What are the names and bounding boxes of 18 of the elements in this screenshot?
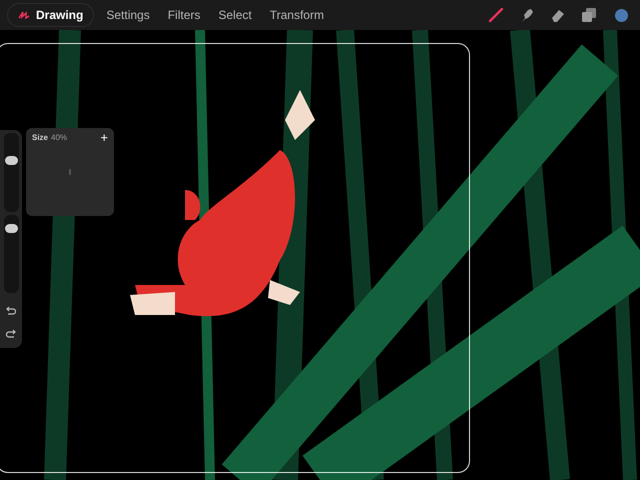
undo-icon[interactable] [6,306,16,315]
menu-item[interactable]: Filters [158,6,210,24]
menu-item[interactable]: Transform [260,6,333,24]
opacity-slider-track[interactable] [4,215,18,293]
app-logo-icon [18,10,30,20]
brush-tool-button[interactable] [487,6,505,24]
size-slider-track[interactable] [4,133,18,212]
layers-tool-button[interactable] [580,6,598,24]
gallery-button[interactable]: Drawing [7,3,94,27]
menu-item[interactable]: Select [209,6,261,24]
add-button[interactable]: + [100,131,108,144]
slider-thumb[interactable] [4,224,18,234]
redo-icon[interactable] [6,329,16,338]
size-label: Size [32,132,48,144]
menu-item[interactable]: Settings [97,6,159,24]
color-swatch[interactable] [615,8,628,22]
size-value: 40% [51,132,68,144]
slider-thumb[interactable] [4,156,18,166]
